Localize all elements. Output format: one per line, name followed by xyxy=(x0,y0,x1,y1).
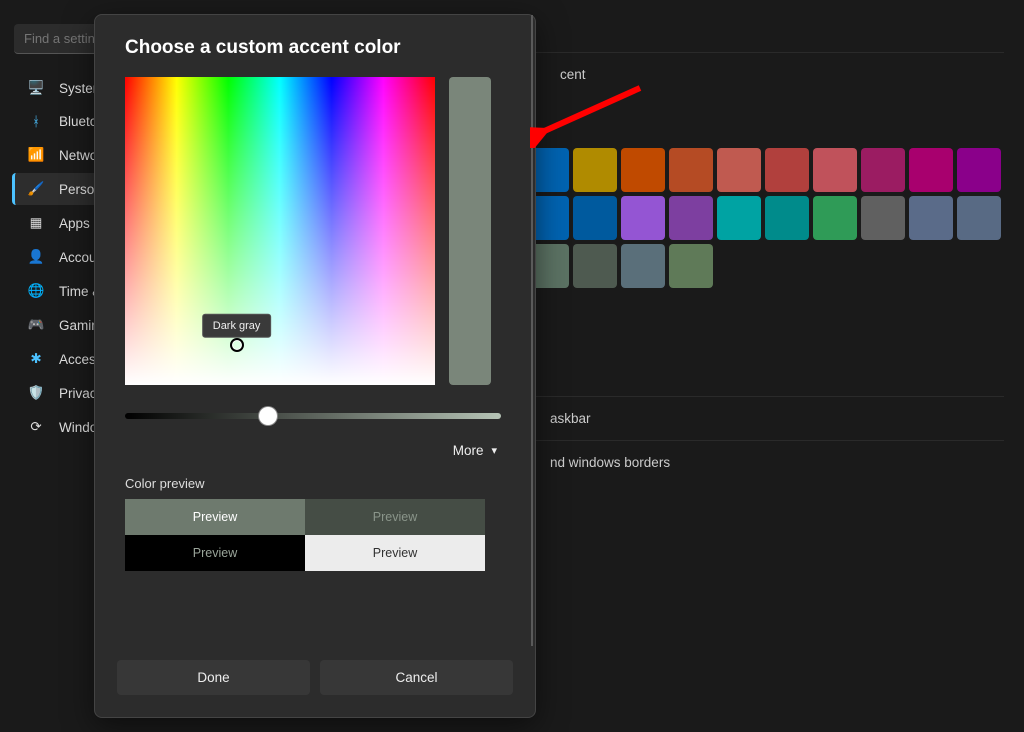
more-label: More xyxy=(453,443,484,458)
accent-swatch[interactable] xyxy=(717,148,761,192)
accent-swatch[interactable] xyxy=(957,148,1001,192)
privacy-icon: 🛡️ xyxy=(27,385,45,401)
preview-cell-on-black: Preview xyxy=(125,535,305,571)
system-icon: 🖥️ xyxy=(27,80,45,96)
accent-swatch[interactable] xyxy=(573,244,617,288)
accent-swatch[interactable] xyxy=(861,196,905,240)
done-button[interactable]: Done xyxy=(117,660,310,695)
taskbar-label-partial: askbar xyxy=(550,411,591,426)
accent-swatch[interactable] xyxy=(765,148,809,192)
accent-swatch[interactable] xyxy=(669,148,713,192)
accent-swatch[interactable] xyxy=(957,196,1001,240)
chevron-down-icon: ▾ xyxy=(491,444,497,457)
dialog-title: Choose a custom accent color xyxy=(125,37,501,59)
color-picker-dialog: Choose a custom accent color Dark gray M… xyxy=(94,14,536,718)
gaming-icon: 🎮 xyxy=(27,317,45,333)
accent-swatch-grid xyxy=(525,148,1015,288)
personalization-icon: 🖌️ xyxy=(27,181,45,197)
accent-swatch[interactable] xyxy=(717,196,761,240)
accent-swatch[interactable] xyxy=(573,196,617,240)
time-language-icon: 🌐 xyxy=(27,283,45,299)
borders-label-partial: nd windows borders xyxy=(550,455,670,470)
value-slider-thumb[interactable] xyxy=(259,407,277,425)
windows-update-icon: ⟳ xyxy=(27,419,45,435)
accent-swatch[interactable] xyxy=(669,244,713,288)
accent-swatch[interactable] xyxy=(621,148,665,192)
accounts-icon: 👤 xyxy=(27,249,45,265)
accent-swatch[interactable] xyxy=(621,196,665,240)
color-preview-heading: Color preview xyxy=(125,476,501,491)
selected-color-preview xyxy=(449,77,491,385)
cancel-button[interactable]: Cancel xyxy=(320,660,513,695)
value-slider-track[interactable] xyxy=(125,413,501,419)
accent-label-partial: cent xyxy=(560,67,586,82)
more-toggle[interactable]: More ▾ xyxy=(125,437,501,476)
bluetooth-icon: ᚼ xyxy=(27,114,45,129)
preview-cell-accent-dark: Preview xyxy=(305,499,485,535)
color-tooltip: Dark gray xyxy=(202,314,272,338)
network-icon: 📶 xyxy=(27,147,45,163)
accent-swatch[interactable] xyxy=(909,148,953,192)
accent-swatch[interactable] xyxy=(765,196,809,240)
sidebar-item-label: Apps xyxy=(59,216,90,231)
accent-swatch[interactable] xyxy=(621,244,665,288)
accent-swatch[interactable] xyxy=(861,148,905,192)
preview-cell-accent-light: Preview xyxy=(125,499,305,535)
saturation-value-panel[interactable]: Dark gray xyxy=(125,77,435,385)
accent-swatch[interactable] xyxy=(909,196,953,240)
accent-swatch[interactable] xyxy=(813,196,857,240)
accent-swatch[interactable] xyxy=(573,148,617,192)
accent-swatch[interactable] xyxy=(669,196,713,240)
apps-icon: ▦ xyxy=(27,215,45,231)
color-preview-grid: Preview Preview Preview Preview xyxy=(125,499,485,571)
sv-cursor[interactable] xyxy=(230,338,244,352)
accessibility-icon: ✱ xyxy=(27,351,45,367)
accent-swatch[interactable] xyxy=(813,148,857,192)
preview-cell-on-white: Preview xyxy=(305,535,485,571)
